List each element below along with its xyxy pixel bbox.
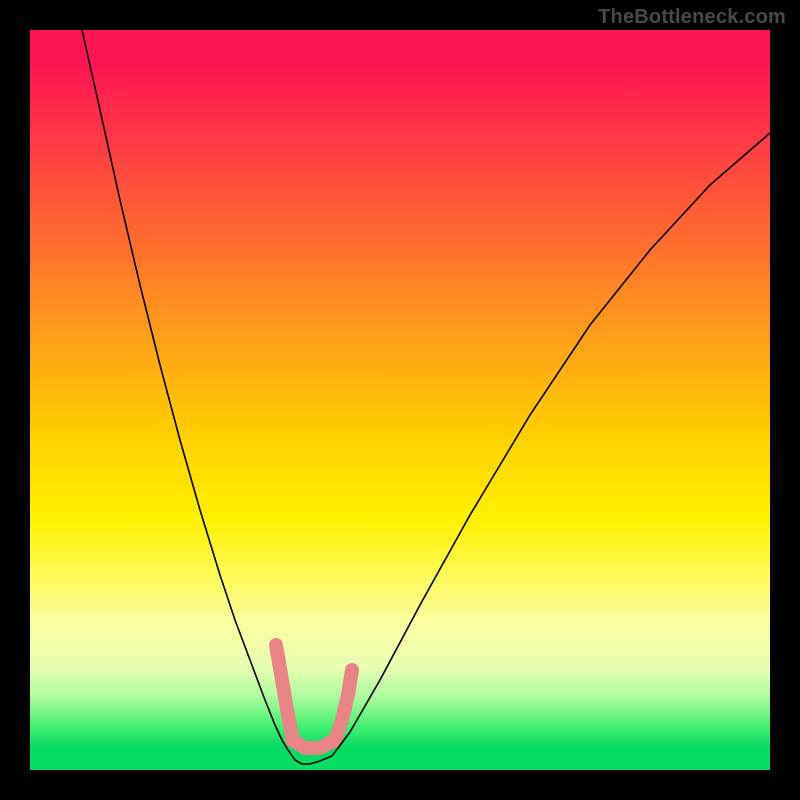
bottleneck-curve — [82, 30, 770, 764]
highlight-segment — [276, 645, 292, 735]
highlight-segment — [335, 670, 352, 740]
chart-frame: TheBottleneck.com — [0, 0, 800, 800]
curve-svg — [30, 30, 770, 770]
plot-area — [30, 30, 770, 770]
watermark-text: TheBottleneck.com — [598, 6, 786, 29]
valley-highlight — [276, 645, 352, 748]
